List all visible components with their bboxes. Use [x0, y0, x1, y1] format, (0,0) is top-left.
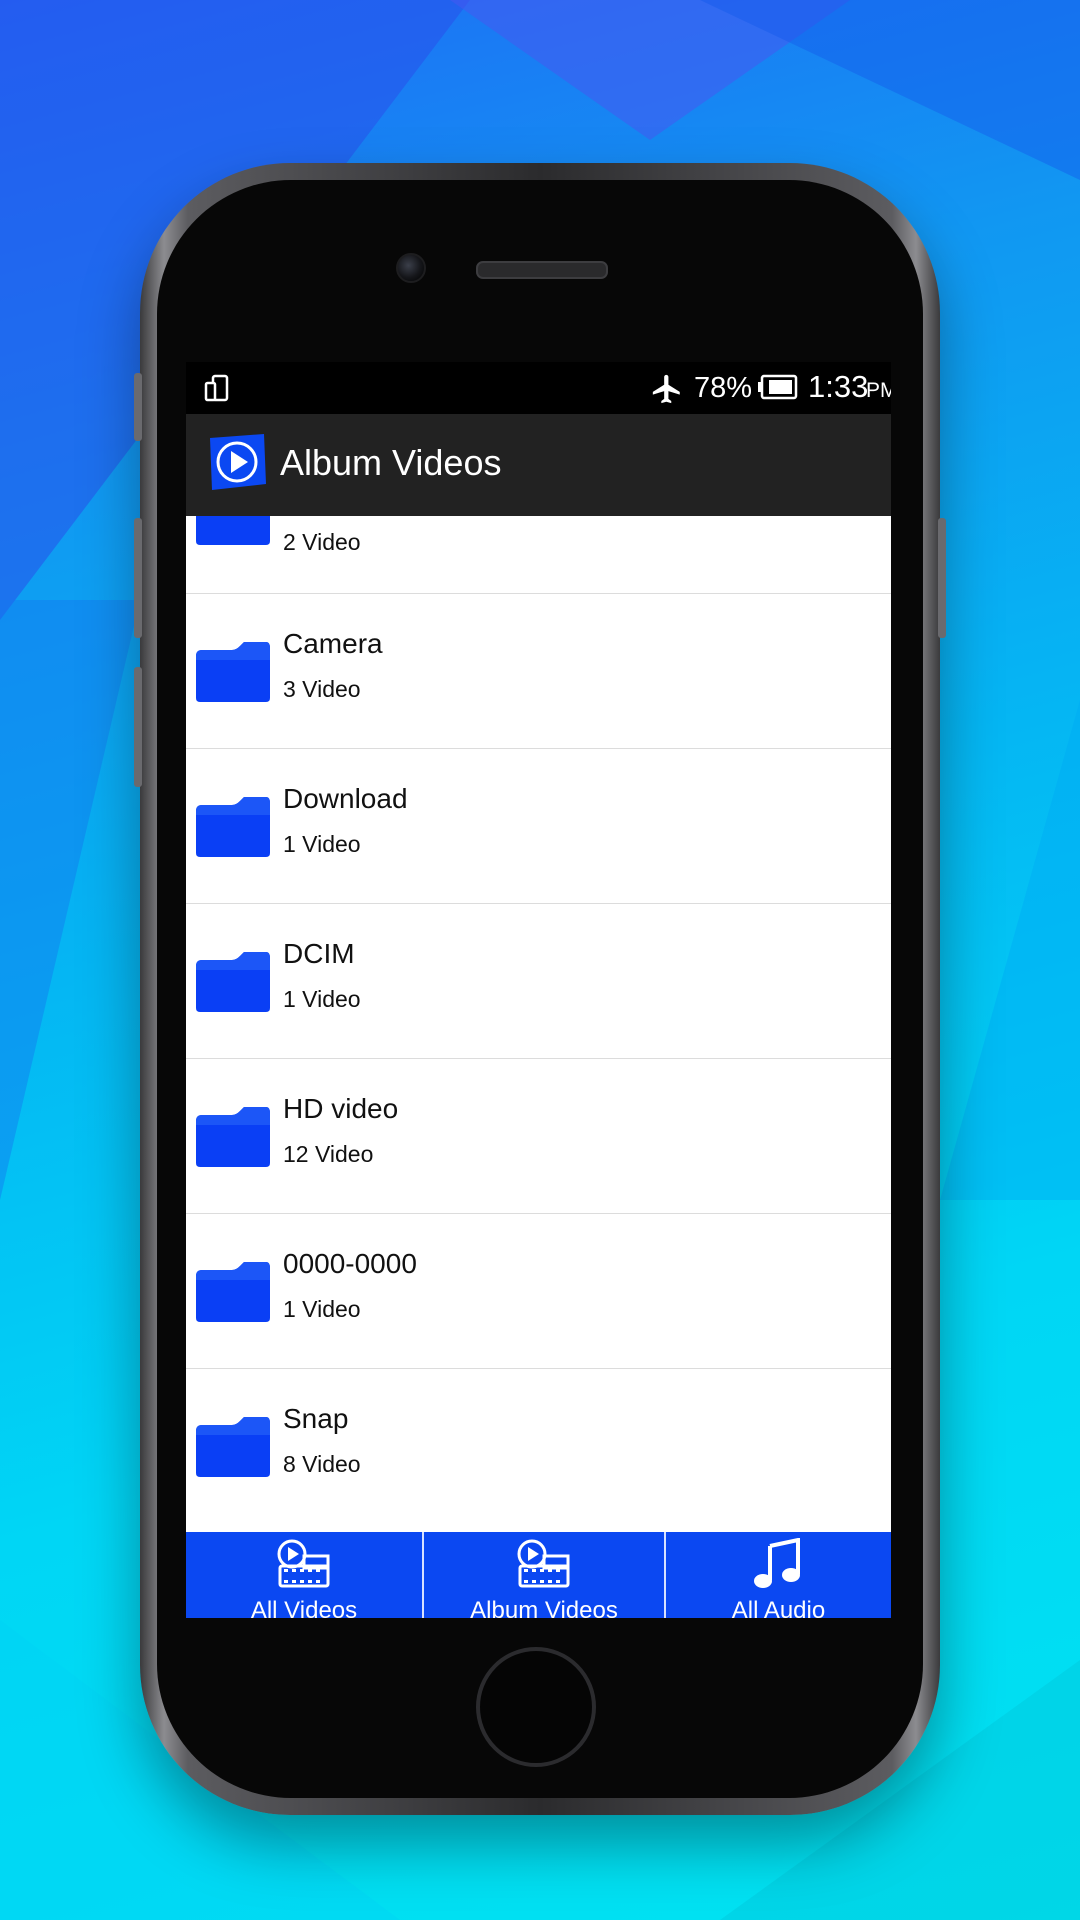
volume-down-button — [134, 667, 142, 787]
list-item[interactable]: 2 Video — [186, 516, 891, 594]
page-title: Album Videos — [280, 442, 502, 483]
nav-all-audio[interactable]: All Audio — [666, 1532, 891, 1618]
folder-icon — [196, 1417, 270, 1477]
video-folder-icon — [277, 1539, 330, 1588]
folder-icon — [196, 1262, 270, 1322]
album-name: DCIM — [283, 938, 355, 969]
mute-switch — [134, 373, 142, 441]
music-note-icon — [754, 1538, 800, 1588]
list-item[interactable]: Snap 8 Video — [186, 1369, 891, 1524]
clock-time: 1:33 — [808, 369, 869, 404]
nav-all-videos[interactable]: All Videos — [186, 1532, 422, 1618]
folder-icon — [196, 952, 270, 1012]
album-list: 2 Video Camera 3 Video Download 1 Video — [186, 516, 891, 1532]
list-item[interactable]: DCIM 1 Video — [186, 904, 891, 1059]
phone-screen: 78% 1:33 PM Album Videos 2 Video Camera … — [186, 362, 891, 1618]
album-name: HD video — [283, 1093, 399, 1124]
app-logo-icon — [210, 434, 266, 490]
folder-icon — [196, 516, 270, 545]
earpiece-speaker — [476, 261, 608, 279]
folder-icon — [196, 642, 270, 702]
folder-icon — [196, 797, 270, 857]
battery-percent: 78% — [694, 372, 753, 404]
list-item[interactable]: Download 1 Video — [186, 749, 891, 904]
album-count: 2 Video — [283, 529, 361, 555]
airplane-mode-icon — [652, 374, 680, 404]
video-folder-icon — [517, 1539, 570, 1588]
nav-label: Album Videos — [470, 1597, 618, 1618]
album-name: Snap — [283, 1403, 349, 1434]
home-button[interactable] — [476, 1647, 596, 1767]
volume-up-button — [134, 518, 142, 638]
clock-ampm: PM — [866, 379, 891, 402]
album-count: 3 Video — [283, 676, 361, 702]
album-count: 1 Video — [283, 986, 361, 1012]
list-item[interactable]: HD video 12 Video — [186, 1059, 891, 1214]
status-bar: 78% 1:33 PM — [186, 362, 891, 414]
app-bar: Album Videos — [186, 414, 891, 516]
album-count: 1 Video — [283, 831, 361, 857]
list-item[interactable]: 0000-0000 1 Video — [186, 1214, 891, 1369]
album-count: 8 Video — [283, 1451, 361, 1477]
device-icon — [204, 374, 229, 402]
list-item[interactable]: Camera 3 Video — [186, 594, 891, 749]
power-button — [938, 518, 946, 638]
nav-label: All Audio — [731, 1597, 826, 1618]
bottom-navigation: All Videos Album Videos All Audio — [186, 1532, 891, 1618]
nav-album-videos[interactable]: Album Videos — [424, 1532, 664, 1618]
album-count: 1 Video — [283, 1296, 361, 1322]
nav-label: All Videos — [250, 1597, 358, 1618]
album-name: 0000-0000 — [283, 1248, 417, 1279]
front-camera — [396, 253, 426, 283]
album-count: 12 Video — [283, 1141, 374, 1167]
folder-icon — [196, 1107, 270, 1167]
battery-icon — [758, 374, 798, 400]
album-name: Camera — [283, 628, 383, 659]
album-name: Download — [283, 783, 408, 814]
